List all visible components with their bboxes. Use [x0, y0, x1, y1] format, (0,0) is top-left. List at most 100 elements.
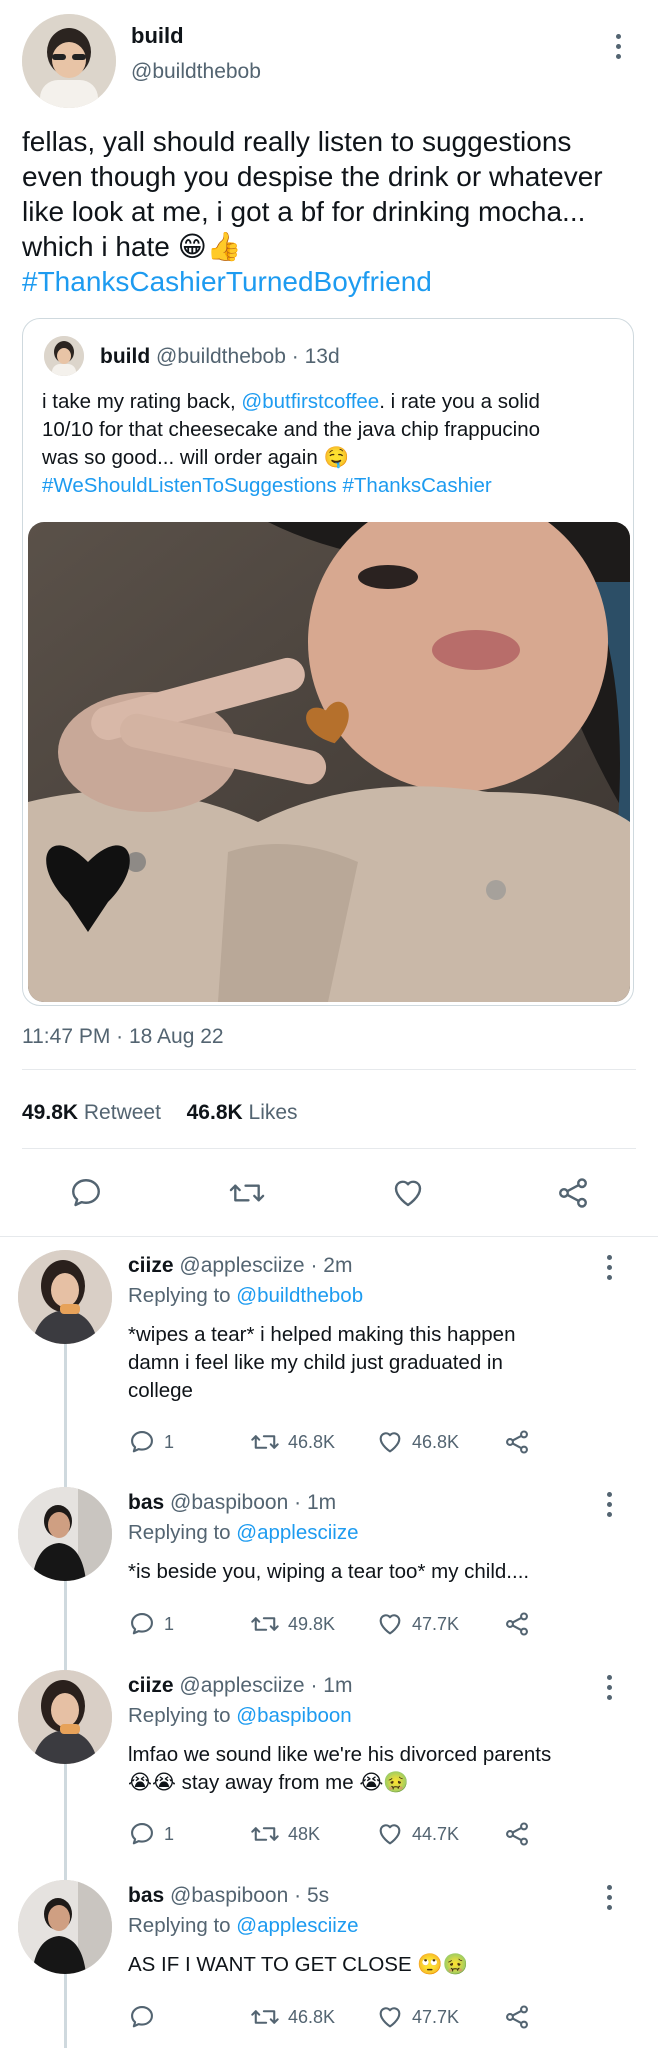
- reply-like-button[interactable]: 47.7K: [376, 2003, 459, 2031]
- share-icon: [506, 1822, 528, 1846]
- reply-like-button[interactable]: 44.7K: [376, 1820, 459, 1848]
- reply-share-button[interactable]: [503, 2003, 531, 2031]
- reply-avatar[interactable]: [18, 1250, 112, 1344]
- tweet-text-line: like look at me, i got a bf for drinking…: [22, 196, 586, 227]
- retweet-count: 49.8K: [288, 1613, 336, 1634]
- reply-header: bas @baspiboon · 5s: [128, 1884, 329, 1908]
- retweet-stat[interactable]: 49.8K Retweet: [22, 1101, 161, 1124]
- reply-age: · 2m: [310, 1254, 353, 1277]
- reply-author-name[interactable]: ciize: [128, 1674, 174, 1697]
- heart-icon: [379, 2007, 401, 2028]
- avatar-image: [22, 14, 116, 108]
- reply-share-button[interactable]: [503, 1820, 531, 1848]
- reply-text: AS IF I WANT TO GET CLOSE 🙄🤢: [128, 1951, 628, 1979]
- reply-retweet-button[interactable]: 49.8K: [250, 1610, 335, 1638]
- more-options-icon[interactable]: [605, 1255, 613, 1280]
- reply-age: · 1m: [294, 1491, 337, 1514]
- reply-header: ciize @applesciize · 2m: [128, 1254, 352, 1278]
- reply-author-handle[interactable]: @baspiboon: [170, 1491, 288, 1514]
- heart-icon: [394, 1180, 422, 1207]
- reply-text-line: lmfao we sound like we're his divorced p…: [128, 1743, 552, 1766]
- like-count: 44.7K: [412, 1823, 460, 1844]
- more-options-icon[interactable]: [605, 1492, 613, 1517]
- replying-mention[interactable]: @applesciize: [236, 1521, 358, 1544]
- reply-share-button[interactable]: [503, 1610, 531, 1638]
- reply-author-name[interactable]: ciize: [128, 1254, 174, 1277]
- reply-reply-button[interactable]: [128, 2003, 164, 2031]
- reply-count: 1: [164, 1823, 175, 1844]
- share-button[interactable]: [555, 1175, 591, 1216]
- reply-text-line: damn i feel like my child just graduated…: [128, 1351, 503, 1374]
- reply-reply-button[interactable]: 1: [128, 1428, 174, 1456]
- reply-icon: [131, 1823, 153, 1845]
- reply-like-button[interactable]: 47.7K: [376, 1610, 459, 1638]
- reply-like-button[interactable]: 46.8K: [376, 1428, 459, 1456]
- reply-author-handle[interactable]: @applesciize: [179, 1674, 304, 1697]
- replying-mention[interactable]: @baspiboon: [236, 1704, 351, 1727]
- replying-mention[interactable]: @applesciize: [236, 1914, 358, 1937]
- retweet-count: 49.8K: [22, 1101, 79, 1124]
- reply-avatar-image: [18, 1487, 112, 1581]
- quote-age: · 13d: [291, 345, 340, 368]
- reply-retweet-button[interactable]: 48K: [250, 1820, 320, 1848]
- divider: [0, 1236, 658, 1237]
- retweet-icon: [251, 1617, 279, 1631]
- divider: [22, 1148, 636, 1149]
- like-count: 47.7K: [412, 1613, 460, 1634]
- like-button[interactable]: [390, 1175, 426, 1216]
- reply-author-handle[interactable]: @applesciize: [179, 1254, 304, 1277]
- quote-text-segment: i take my rating back,: [42, 390, 242, 413]
- quote-text: i take my rating back, @butfirstcoffee. …: [42, 388, 627, 500]
- replying-to: Replying to @applesciize: [128, 1521, 359, 1545]
- share-icon: [559, 1178, 587, 1208]
- reply-author-handle[interactable]: @baspiboon: [170, 1884, 288, 1907]
- reply-retweet-button[interactable]: 46.8K: [250, 1428, 335, 1456]
- replying-label: Replying to: [128, 1521, 231, 1544]
- heart-icon: [379, 1614, 401, 1635]
- quote-text-line: 10/10 for that cheesecake and the java c…: [42, 418, 541, 441]
- retweet-icon: [229, 1184, 265, 1202]
- reply-avatar[interactable]: [18, 1487, 112, 1581]
- quote-photo[interactable]: [28, 522, 630, 1002]
- author-handle[interactable]: @buildthebob: [131, 60, 261, 84]
- author-name[interactable]: build: [131, 23, 184, 49]
- reply-text-line: AS IF I WANT TO GET CLOSE 🙄🤢: [128, 1953, 469, 1976]
- more-options-icon[interactable]: [614, 34, 622, 59]
- reply-button[interactable]: [68, 1175, 104, 1216]
- quote-mention[interactable]: @butfirstcoffee: [241, 390, 379, 413]
- tweet-stats: 49.8K Retweet 46.8K Likes: [22, 1101, 298, 1125]
- retweet-label: Retweet: [83, 1101, 161, 1124]
- quote-hashtags[interactable]: #WeShouldListenToSuggestions #ThanksCash…: [42, 472, 627, 500]
- heart-icon: [379, 1432, 401, 1453]
- reply-reply-button[interactable]: 1: [128, 1820, 174, 1848]
- reply-text-line: 😭😭 stay away from me 😭🤢: [128, 1771, 409, 1794]
- replying-to: Replying to @applesciize: [128, 1914, 359, 1938]
- reply-author-name[interactable]: bas: [128, 1491, 164, 1514]
- reply-reply-button[interactable]: 1: [128, 1610, 174, 1638]
- retweet-icon: [251, 1435, 279, 1449]
- tweet-hashtag[interactable]: #ThanksCashierTurnedBoyfriend: [22, 264, 652, 299]
- reply-avatar[interactable]: [18, 1880, 112, 1974]
- tweet-timestamp[interactable]: 11:47 PM · 18 Aug 22: [22, 1025, 224, 1049]
- reply-avatar[interactable]: [18, 1670, 112, 1764]
- more-options-icon[interactable]: [605, 1675, 613, 1700]
- quote-author-avatar: [44, 336, 84, 376]
- replying-label: Replying to: [128, 1704, 231, 1727]
- more-options-icon[interactable]: [605, 1885, 613, 1910]
- like-stat[interactable]: 46.8K Likes: [187, 1101, 298, 1124]
- reply-author-name[interactable]: bas: [128, 1884, 164, 1907]
- like-count: 46.8K: [412, 1431, 460, 1452]
- reply-retweet-button[interactable]: 46.8K: [250, 2003, 335, 2031]
- retweet-icon: [251, 1827, 279, 1841]
- quote-author-handle[interactable]: @buildthebob: [156, 345, 286, 368]
- replying-mention[interactable]: @buildthebob: [236, 1284, 363, 1307]
- author-avatar[interactable]: [22, 14, 116, 108]
- reply-count: 1: [164, 1613, 175, 1634]
- tweet-text: fellas, yall should really listen to sug…: [22, 124, 652, 299]
- quote-author-name[interactable]: build: [100, 345, 150, 368]
- retweet-count: 46.8K: [288, 2006, 336, 2027]
- share-icon: [506, 2005, 528, 2029]
- retweet-button[interactable]: [228, 1175, 266, 1216]
- reply-share-button[interactable]: [503, 1428, 531, 1456]
- tweet-text-line: fellas, yall should really listen to sug…: [22, 126, 572, 157]
